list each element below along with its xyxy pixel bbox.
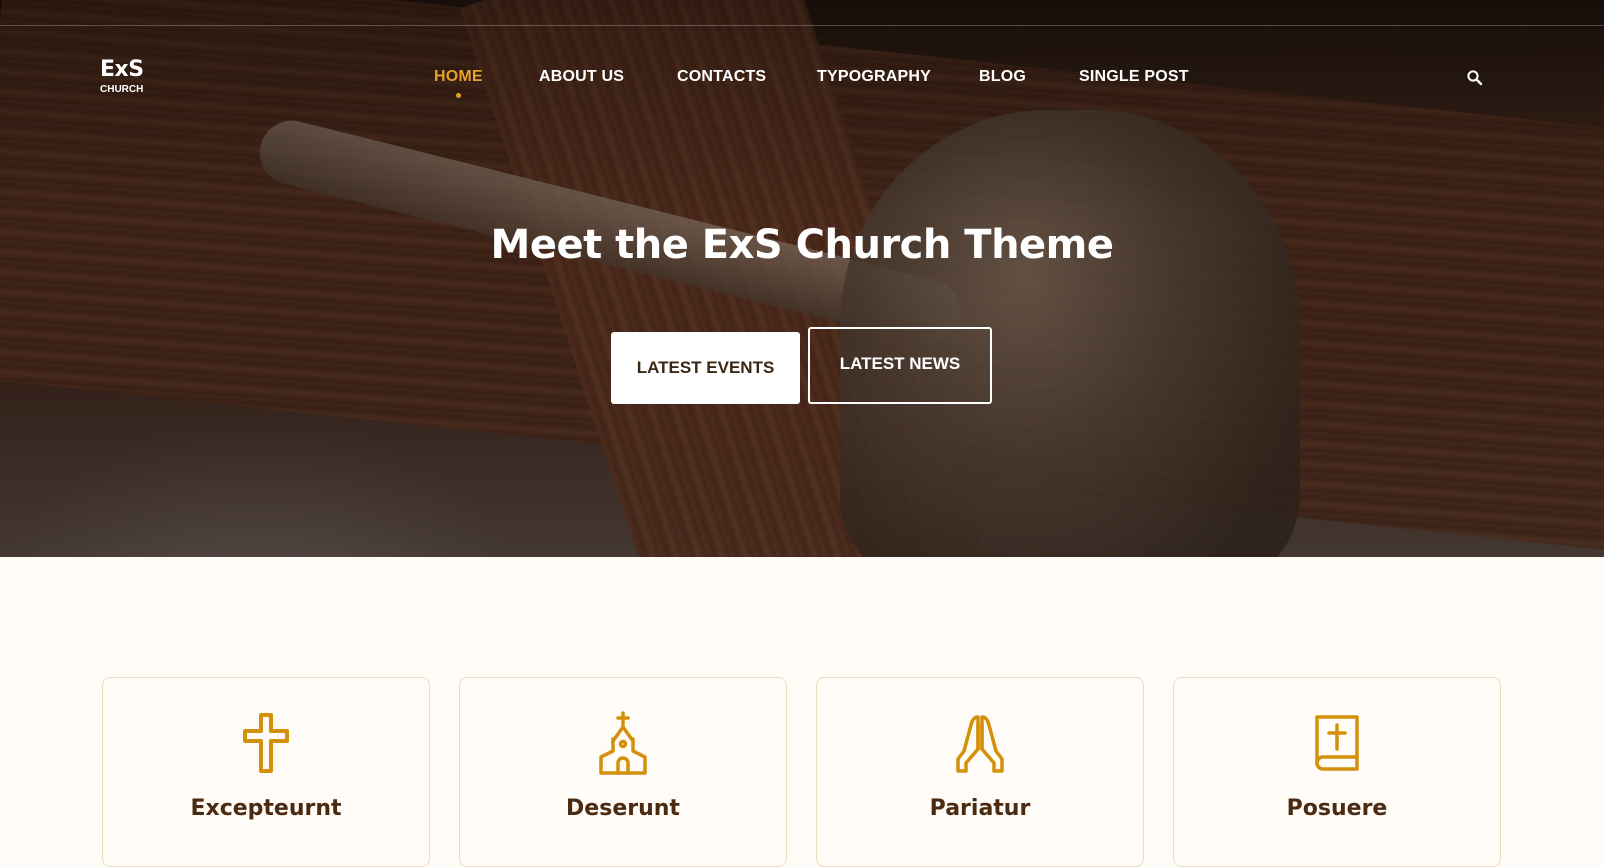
feature-title: Excepteurnt (190, 796, 342, 821)
nav-item-about-us[interactable]: ABOUT US (539, 68, 624, 86)
bible-icon (1315, 715, 1359, 771)
search-button[interactable] (1466, 69, 1484, 87)
search-icon (1467, 70, 1483, 86)
feature-title: Pariatur (929, 796, 1031, 821)
feature-card[interactable]: Deserunt (459, 677, 787, 867)
logo-name: ExS (100, 57, 144, 82)
logo-tagline: CHURCH (100, 84, 144, 95)
site-logo[interactable]: ExS CHURCH (100, 58, 144, 96)
praying-hands-icon (956, 715, 1004, 773)
nav-item-typography[interactable]: TYPOGRAPHY (817, 68, 931, 86)
nav-item-home[interactable]: HOME (434, 68, 483, 98)
feature-title: Deserunt (566, 796, 680, 821)
cross-icon (243, 713, 289, 773)
feature-title: Posuere (1286, 796, 1388, 821)
church-icon (599, 711, 647, 775)
feature-card[interactable]: Posuere (1173, 677, 1501, 867)
hero-overlay (0, 0, 1604, 557)
latest-news-button[interactable]: LATEST NEWS (808, 327, 992, 404)
feature-card[interactable]: Pariatur (816, 677, 1144, 867)
feature-card[interactable]: Excepteurnt (102, 677, 430, 867)
latest-events-button[interactable]: LATEST EVENTS (611, 332, 800, 404)
top-divider (0, 25, 1604, 26)
nav-item-single-post[interactable]: SINGLE POST (1079, 68, 1189, 86)
hero-title: Meet the ExS Church Theme (490, 222, 1114, 268)
nav-item-blog[interactable]: BLOG (979, 68, 1026, 86)
nav-item-contacts[interactable]: CONTACTS (677, 68, 766, 86)
hero-section (0, 0, 1604, 557)
